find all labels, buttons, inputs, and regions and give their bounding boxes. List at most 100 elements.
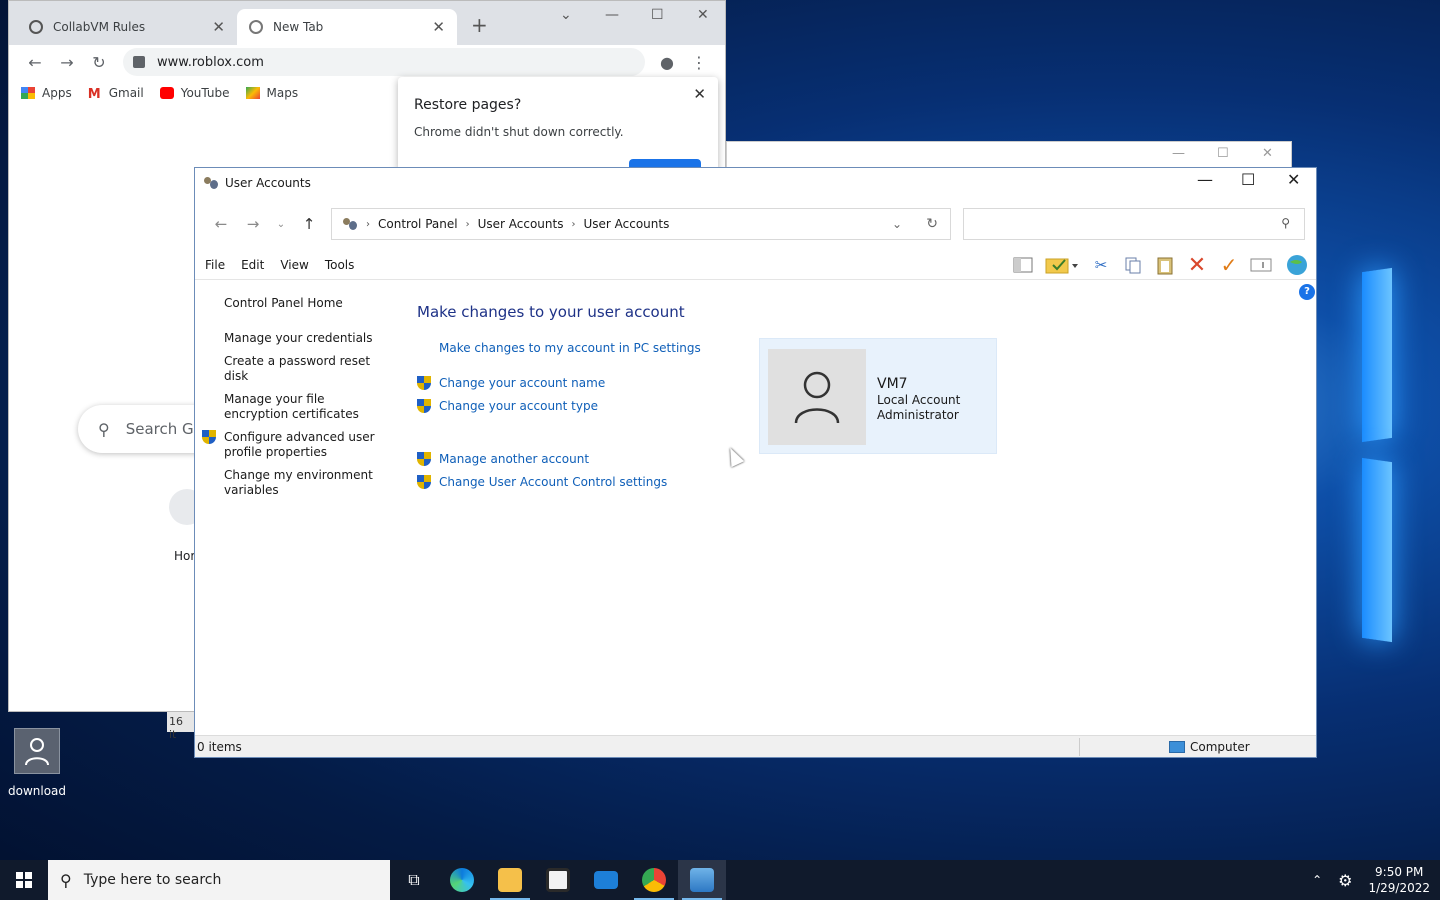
url-bar[interactable]: www.roblox.com <box>123 48 645 76</box>
recent-chevron-down-icon[interactable]: ⌄ <box>269 219 293 230</box>
chrome-tab-new-tab[interactable]: New Tab ✕ <box>237 9 457 45</box>
desktop-icon-download[interactable]: download <box>8 728 66 798</box>
menu-file[interactable]: File <box>205 258 225 272</box>
title-bar: User Accounts — ☐ ✕ <box>195 168 1316 198</box>
rename-icon[interactable] <box>1250 254 1272 276</box>
search-input[interactable]: ⚲ <box>963 208 1305 240</box>
link-change-account-name[interactable]: Change your account name <box>417 376 701 399</box>
chrome-button[interactable] <box>630 860 678 900</box>
password-reset-disk-link[interactable]: Create a password reset disk <box>224 354 384 384</box>
tab-title: CollabVM Rules <box>53 20 146 34</box>
menu-tools[interactable]: Tools <box>325 258 355 272</box>
start-button[interactable] <box>0 860 48 900</box>
background-status-count: 16 it <box>167 712 195 741</box>
menu-view[interactable]: View <box>280 258 308 272</box>
advanced-profile-link[interactable]: Configure advanced user profile properti… <box>202 430 384 460</box>
breadcrumb-user-accounts-current[interactable]: User Accounts <box>583 217 669 231</box>
forward-icon[interactable]: → <box>237 215 269 233</box>
bookmark-label: YouTube <box>180 86 230 100</box>
link-change-account-type[interactable]: Change your account type <box>417 399 701 422</box>
maximize-icon[interactable]: ☐ <box>1217 146 1229 161</box>
windows-logo-icon <box>16 872 32 888</box>
help-icon[interactable]: ? <box>1299 284 1315 300</box>
task-view-button[interactable]: ⧉ <box>390 860 438 900</box>
check-icon[interactable]: ✓ <box>1218 253 1240 277</box>
address-row: ← → ⌄ ↑ › Control Panel › User Accounts … <box>195 198 1316 250</box>
copy-icon[interactable] <box>1122 254 1144 276</box>
search-icon: ⚲ <box>98 419 110 439</box>
clock[interactable]: 9:50 PM 1/29/2022 <box>1368 864 1430 896</box>
taskbar-search-placeholder: Type here to search <box>83 872 222 888</box>
globe-icon[interactable] <box>1286 254 1308 276</box>
user-icon <box>794 371 840 424</box>
link-pc-settings[interactable]: Make changes to my account in PC setting… <box>417 341 701 364</box>
link-manage-another-account[interactable]: Manage another account <box>417 452 701 475</box>
paste-icon[interactable] <box>1154 254 1176 276</box>
folder-options-icon[interactable] <box>1044 254 1080 276</box>
breadcrumb[interactable]: › Control Panel › User Accounts › User A… <box>331 208 951 240</box>
minimize-icon[interactable]: — <box>605 7 619 23</box>
cut-icon[interactable]: ✂ <box>1090 254 1112 276</box>
up-icon[interactable]: ↑ <box>293 215 325 233</box>
close-tab-icon[interactable]: ✕ <box>212 18 225 36</box>
close-icon[interactable]: ✕ <box>1287 170 1300 189</box>
bookmark-label: Maps <box>266 86 299 100</box>
minimize-icon[interactable]: — <box>1172 146 1185 161</box>
store-icon <box>546 868 570 892</box>
bookmark-youtube[interactable]: YouTube <box>159 86 230 100</box>
chevron-right-icon[interactable]: › <box>466 219 470 230</box>
link-uac-settings[interactable]: Change User Account Control settings <box>417 475 701 498</box>
link-text: Change your account type <box>439 399 598 413</box>
clock-time: 9:50 PM <box>1375 865 1424 879</box>
bookmark-gmail[interactable]: M Gmail <box>88 86 144 102</box>
gear-icon[interactable]: ⚙ <box>1338 871 1352 890</box>
search-icon: ⚲ <box>1281 216 1290 230</box>
new-tab-button[interactable]: + <box>471 13 488 37</box>
breadcrumb-user-accounts[interactable]: User Accounts <box>478 217 564 231</box>
toolbar: ✂ ✕ ✓ <box>1002 253 1308 278</box>
back-icon[interactable]: ← <box>205 215 237 233</box>
layout-pane-icon[interactable] <box>1012 254 1034 276</box>
breadcrumb-control-panel[interactable]: Control Panel <box>378 217 458 231</box>
profile-icon[interactable]: ● <box>651 53 683 72</box>
manage-credentials-link[interactable]: Manage your credentials <box>224 331 384 346</box>
bookmark-apps[interactable]: Apps <box>21 86 72 100</box>
maximize-icon[interactable]: ☐ <box>1241 170 1255 189</box>
close-icon[interactable]: ✕ <box>697 7 709 23</box>
chevron-up-icon[interactable]: ⌃ <box>1312 873 1322 887</box>
control-panel-button[interactable] <box>678 860 726 900</box>
store-button[interactable] <box>534 860 582 900</box>
site-info-icon[interactable] <box>133 56 145 68</box>
taskbar: ⚲ Type here to search ⧉ ⌃ ⚙ 9:50 PM 1/29… <box>0 860 1440 900</box>
chrome-tabstrip: CollabVM Rules ✕ New Tab ✕ + ⌄ — ☐ ✕ <box>9 1 725 45</box>
environment-variables-link[interactable]: Change my environment variables <box>224 468 384 498</box>
reload-icon[interactable]: ↻ <box>83 53 115 72</box>
delete-icon[interactable]: ✕ <box>1186 253 1208 278</box>
menu-dots-icon[interactable]: ⋮ <box>683 53 715 72</box>
control-panel-home-link[interactable]: Control Panel Home <box>224 296 384 311</box>
mail-icon <box>594 871 618 889</box>
minimize-icon[interactable]: — <box>1197 170 1213 189</box>
mail-button[interactable] <box>582 860 630 900</box>
file-encryption-link[interactable]: Manage your file encryption certificates <box>224 392 384 422</box>
bookmark-maps[interactable]: Maps <box>245 86 299 100</box>
file-explorer-button[interactable] <box>486 860 534 900</box>
close-icon[interactable]: ✕ <box>693 85 706 103</box>
back-icon[interactable]: ← <box>19 53 51 72</box>
search-placeholder: Search G <box>125 420 194 438</box>
tab-search-icon[interactable]: ⌄ <box>560 7 572 23</box>
edge-button[interactable] <box>438 860 486 900</box>
chrome-icon <box>249 20 263 34</box>
chrome-tab-collabvm[interactable]: CollabVM Rules ✕ <box>17 9 237 45</box>
refresh-icon[interactable]: ↻ <box>926 216 938 232</box>
chevron-right-icon[interactable]: › <box>571 219 575 230</box>
close-icon[interactable]: ✕ <box>1262 146 1273 161</box>
chevron-right-icon[interactable]: › <box>366 219 370 230</box>
forward-icon[interactable]: → <box>51 53 83 72</box>
chevron-down-icon[interactable]: ⌄ <box>892 217 902 231</box>
close-tab-icon[interactable]: ✕ <box>432 18 445 36</box>
menu-edit[interactable]: Edit <box>241 258 264 272</box>
user-info: VM7 Local Account Administrator <box>877 375 960 423</box>
taskbar-search-box[interactable]: ⚲ Type here to search <box>48 860 390 900</box>
maximize-icon[interactable]: ☐ <box>651 7 664 23</box>
